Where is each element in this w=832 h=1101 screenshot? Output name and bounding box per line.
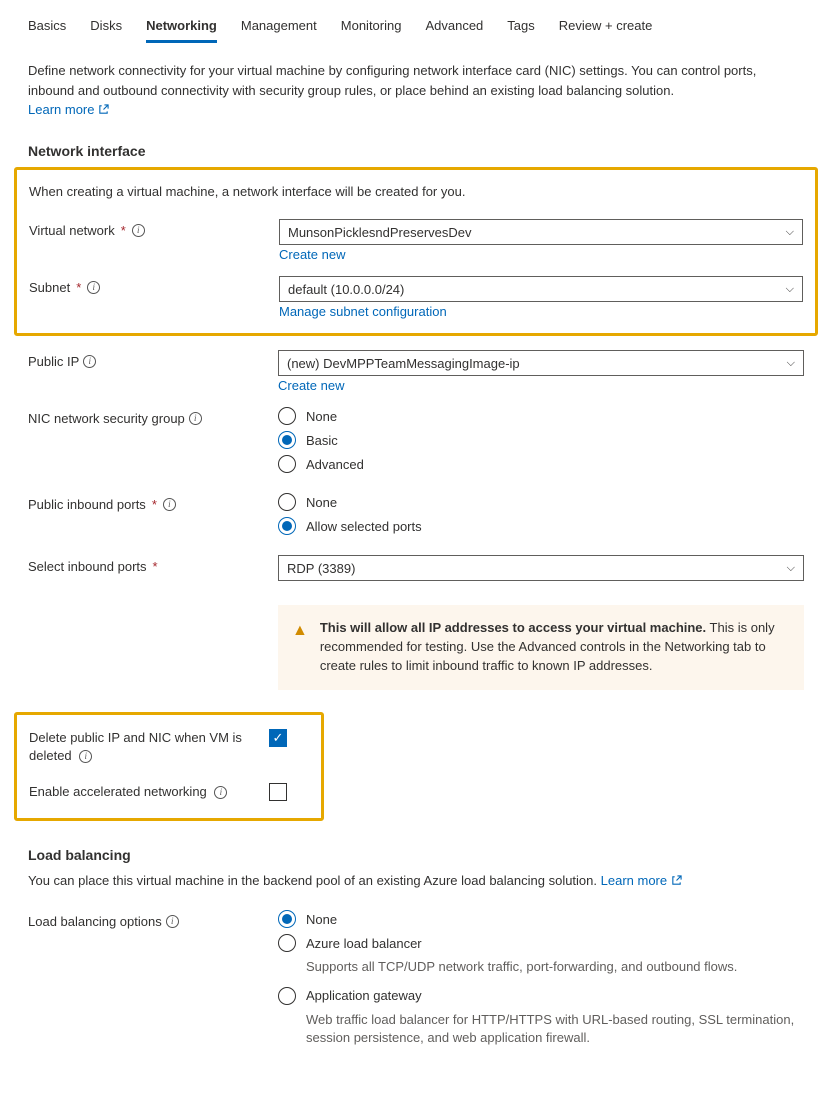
info-icon[interactable]: i	[79, 750, 92, 763]
info-icon[interactable]: i	[166, 915, 179, 928]
inbound-option-none: None	[306, 495, 337, 510]
public-ip-create-new-link[interactable]: Create new	[278, 378, 344, 393]
required-icon: *	[121, 223, 126, 238]
nsg-option-advanced: Advanced	[306, 457, 364, 472]
nsg-label: NIC network security group	[28, 411, 185, 426]
tab-basics[interactable]: Basics	[28, 14, 66, 43]
subnet-manage-link[interactable]: Manage subnet configuration	[279, 304, 447, 319]
port-warning: ▲ This will allow all IP addresses to ac…	[278, 605, 804, 690]
subnet-select[interactable]: default (10.0.0.0/24) ⌵	[279, 276, 803, 302]
lb-radio-agw[interactable]	[278, 987, 296, 1005]
nsg-radio-basic[interactable]	[278, 431, 296, 449]
lb-radio-none[interactable]	[278, 910, 296, 928]
public-ip-select[interactable]: (new) DevMPPTeamMessagingImage-ip ⌵	[278, 350, 804, 376]
vnet-create-new-link[interactable]: Create new	[279, 247, 345, 262]
tab-management[interactable]: Management	[241, 14, 317, 43]
select-ports-select[interactable]: RDP (3389) ⌵	[278, 555, 804, 581]
inbound-radio-none[interactable]	[278, 493, 296, 511]
vnet-select[interactable]: MunsonPicklesndPreservesDev ⌵	[279, 219, 803, 245]
info-icon[interactable]: i	[163, 498, 176, 511]
lb-learn-more-link[interactable]: Learn more	[601, 873, 682, 888]
info-icon[interactable]: i	[214, 786, 227, 799]
lb-option-none: None	[306, 912, 337, 927]
nic-note: When creating a virtual machine, a netwo…	[29, 184, 803, 199]
warning-icon: ▲	[292, 619, 308, 676]
info-icon[interactable]: i	[189, 412, 202, 425]
chevron-down-icon: ⌵	[787, 562, 795, 575]
vnet-label: Virtual network	[29, 223, 115, 238]
wizard-tabs: Basics Disks Networking Management Monit…	[28, 14, 804, 43]
select-ports-label: Select inbound ports	[28, 559, 147, 574]
nsg-option-basic: Basic	[306, 433, 338, 448]
public-ip-label: Public IP	[28, 354, 79, 369]
external-link-icon	[671, 875, 682, 886]
nsg-radio-none[interactable]	[278, 407, 296, 425]
chevron-down-icon: ⌵	[786, 283, 794, 296]
intro-text: Define network connectivity for your vir…	[28, 61, 804, 100]
chevron-down-icon: ⌵	[787, 357, 795, 370]
inbound-label: Public inbound ports	[28, 497, 146, 512]
required-icon: *	[76, 280, 81, 295]
required-icon: *	[153, 559, 158, 574]
lb-radio-alb[interactable]	[278, 934, 296, 952]
lb-alb-desc: Supports all TCP/UDP network traffic, po…	[306, 958, 804, 976]
lb-option-alb: Azure load balancer	[306, 936, 422, 951]
nsg-option-none: None	[306, 409, 337, 424]
section-title-network-interface: Network interface	[28, 143, 804, 159]
accel-net-label: Enable accelerated networking	[29, 784, 207, 799]
section-title-load-balancing: Load balancing	[28, 847, 804, 863]
tab-networking[interactable]: Networking	[146, 14, 217, 43]
inbound-option-allow: Allow selected ports	[306, 519, 422, 534]
nsg-radio-advanced[interactable]	[278, 455, 296, 473]
subnet-label: Subnet	[29, 280, 70, 295]
accel-net-checkbox[interactable]	[269, 783, 287, 801]
highlight-box-nic-bottom: Delete public IP and NIC when VM is dele…	[14, 712, 324, 821]
chevron-down-icon: ⌵	[786, 226, 794, 239]
lb-agw-desc: Web traffic load balancer for HTTP/HTTPS…	[306, 1011, 804, 1047]
tab-monitoring[interactable]: Monitoring	[341, 14, 402, 43]
lb-text: You can place this virtual machine in th…	[28, 873, 597, 888]
required-icon: *	[152, 497, 157, 512]
inbound-radio-allow[interactable]	[278, 517, 296, 535]
learn-more-link[interactable]: Learn more	[28, 102, 109, 117]
delete-nic-checkbox[interactable]: ✓	[269, 729, 287, 747]
info-icon[interactable]: i	[87, 281, 100, 294]
highlight-box-nic-top: When creating a virtual machine, a netwo…	[14, 167, 818, 336]
info-icon[interactable]: i	[132, 224, 145, 237]
external-link-icon	[98, 104, 109, 115]
tab-review[interactable]: Review + create	[559, 14, 653, 43]
tab-disks[interactable]: Disks	[90, 14, 122, 43]
delete-nic-label: Delete public IP and NIC when VM is dele…	[29, 730, 242, 763]
lb-options-label: Load balancing options	[28, 914, 162, 929]
tab-advanced[interactable]: Advanced	[425, 14, 483, 43]
tab-tags[interactable]: Tags	[507, 14, 534, 43]
info-icon[interactable]: i	[83, 355, 96, 368]
